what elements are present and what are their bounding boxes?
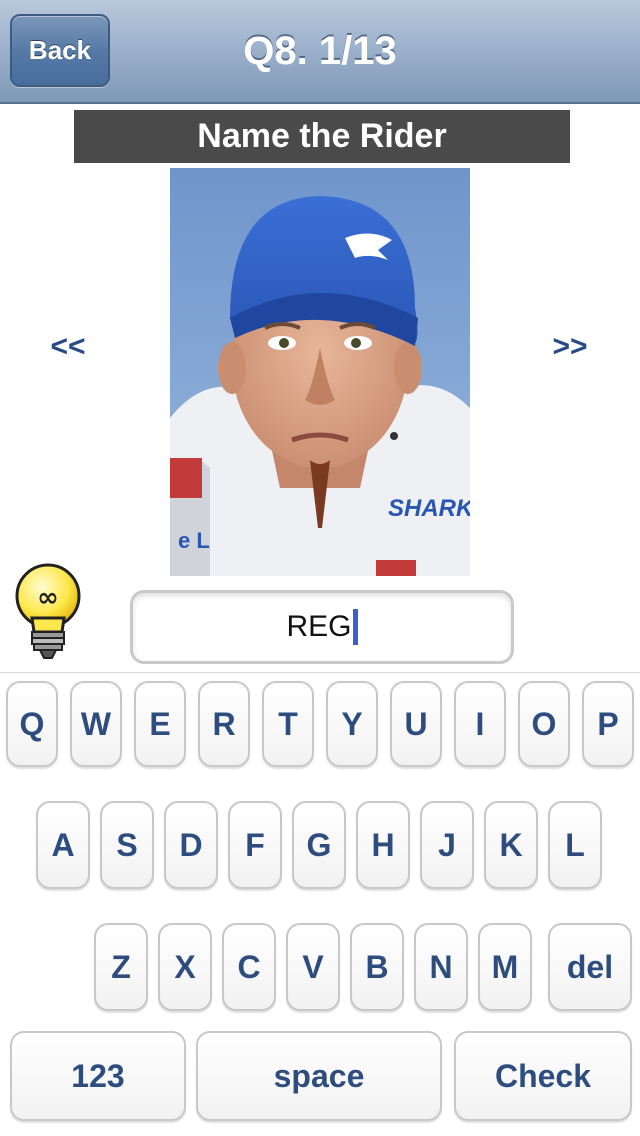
key-l[interactable]: L bbox=[548, 801, 602, 889]
key-n[interactable]: N bbox=[414, 923, 468, 1011]
key-v[interactable]: V bbox=[286, 923, 340, 1011]
navigation-bar: Back Q8. 1/13 bbox=[0, 0, 640, 104]
numbers-key[interactable]: 123 bbox=[10, 1031, 186, 1121]
key-s[interactable]: S bbox=[100, 801, 154, 889]
key-e[interactable]: E bbox=[134, 681, 186, 767]
key-g[interactable]: G bbox=[292, 801, 346, 889]
key-h[interactable]: H bbox=[356, 801, 410, 889]
rider-portrait-illustration: e L SHARK bbox=[170, 168, 470, 576]
key-o[interactable]: O bbox=[518, 681, 570, 767]
text-caret bbox=[352, 609, 358, 645]
key-k[interactable]: K bbox=[484, 801, 538, 889]
answer-input[interactable]: REG bbox=[130, 590, 514, 664]
key-y[interactable]: Y bbox=[326, 681, 378, 767]
answer-text: REG bbox=[286, 610, 352, 643]
delete-key[interactable]: del bbox=[548, 923, 632, 1011]
question-banner: Name the Rider bbox=[74, 110, 570, 163]
key-u[interactable]: U bbox=[390, 681, 442, 767]
key-q[interactable]: Q bbox=[6, 681, 58, 767]
previous-question-arrow[interactable]: << bbox=[38, 330, 98, 364]
key-d[interactable]: D bbox=[164, 801, 218, 889]
key-m[interactable]: M bbox=[478, 923, 532, 1011]
key-x[interactable]: X bbox=[158, 923, 212, 1011]
key-r[interactable]: R bbox=[198, 681, 250, 767]
key-i[interactable]: I bbox=[454, 681, 506, 767]
key-t[interactable]: T bbox=[262, 681, 314, 767]
page-title: Q8. 1/13 bbox=[243, 29, 397, 73]
back-button[interactable]: Back bbox=[10, 14, 110, 87]
key-z[interactable]: Z bbox=[94, 923, 148, 1011]
rider-photo: e L SHARK bbox=[170, 168, 470, 576]
check-answer-button[interactable]: Check bbox=[454, 1031, 632, 1121]
space-key[interactable]: space bbox=[196, 1031, 442, 1121]
key-b[interactable]: B bbox=[350, 923, 404, 1011]
key-a[interactable]: A bbox=[36, 801, 90, 889]
key-f[interactable]: F bbox=[228, 801, 282, 889]
svg-text:SHARK: SHARK bbox=[388, 495, 470, 522]
key-c[interactable]: C bbox=[222, 923, 276, 1011]
key-j[interactable]: J bbox=[420, 801, 474, 889]
key-w[interactable]: W bbox=[70, 681, 122, 767]
next-question-arrow[interactable]: >> bbox=[540, 330, 600, 364]
hint-button[interactable]: ∞ bbox=[10, 560, 86, 662]
custom-keyboard: Q W E R T Y U I O P A S D F G H J K L Z … bbox=[0, 672, 640, 1136]
hint-symbol: ∞ bbox=[37, 583, 59, 613]
svg-text:e L: e L bbox=[178, 528, 210, 553]
key-p[interactable]: P bbox=[582, 681, 634, 767]
lightbulb-icon: ∞ bbox=[15, 563, 81, 659]
